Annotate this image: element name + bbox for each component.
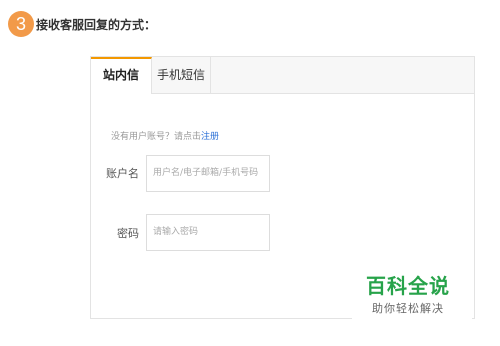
watermark-logo: 百科全说 助你轻松解决	[352, 268, 472, 320]
password-label: 密码	[117, 227, 139, 240]
register-hint: 没有用户账号？请点击注册	[111, 129, 219, 142]
account-input[interactable]: 用户名/电子邮箱/手机号码	[146, 155, 270, 192]
watermark-sub-text: 助你轻松解决	[372, 302, 444, 315]
tab-sms[interactable]: 手机短信	[152, 57, 211, 93]
step-number-badge: 3	[8, 11, 34, 37]
register-hint-text: 没有用户账号？请点击	[111, 132, 202, 142]
password-input[interactable]: 请输入密码	[146, 214, 270, 251]
tab-bar: 站内信 手机短信	[91, 57, 474, 94]
account-label: 账户名	[106, 167, 139, 180]
tab-site-message[interactable]: 站内信	[91, 57, 152, 94]
register-link[interactable]: 注册	[201, 132, 219, 142]
step-title: 接收客服回复的方式：	[36, 18, 157, 32]
watermark-main-text: 百科全说	[366, 274, 450, 298]
